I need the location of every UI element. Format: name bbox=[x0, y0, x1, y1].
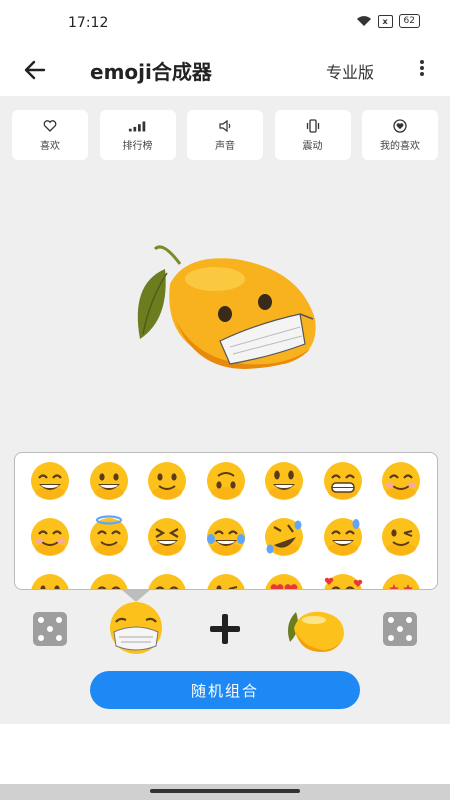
app-bar: emoji合成器 专业版 bbox=[0, 46, 450, 94]
emoji-sweat-smile[interactable] bbox=[314, 515, 372, 559]
emoji-heart-eyes[interactable] bbox=[255, 571, 313, 589]
emoji-kissing[interactable] bbox=[21, 571, 79, 589]
emoji-grid bbox=[21, 459, 431, 589]
more-options-icon[interactable] bbox=[413, 58, 431, 82]
emoji-relaxed[interactable] bbox=[21, 515, 79, 559]
dice-right-icon[interactable] bbox=[383, 612, 417, 646]
emoji-kissing-smiling-eyes[interactable] bbox=[138, 571, 196, 589]
combo-row bbox=[0, 590, 450, 660]
emoji-rolling-laughing[interactable] bbox=[255, 515, 313, 559]
emoji-kissing-closed-eyes[interactable] bbox=[80, 571, 138, 589]
emoji-star-struck[interactable] bbox=[372, 571, 430, 589]
emoji-grinning[interactable] bbox=[80, 459, 138, 503]
heart-filled-icon bbox=[393, 118, 407, 133]
leaderboard-label: 排行榜 bbox=[122, 140, 153, 152]
sound-label: 声音 bbox=[215, 140, 235, 152]
home-indicator[interactable] bbox=[150, 789, 300, 793]
right-emoji-lemon[interactable] bbox=[282, 602, 346, 654]
left-emoji-mask-face[interactable] bbox=[106, 598, 166, 656]
emoji-halo[interactable] bbox=[80, 515, 138, 559]
emoji-slightly-smiling[interactable] bbox=[138, 459, 196, 503]
random-combine-button[interactable]: 随机组合 bbox=[90, 671, 360, 709]
like-label: 喜欢 bbox=[40, 140, 60, 152]
my-favorites-button[interactable]: 我的喜欢 bbox=[362, 110, 438, 160]
status-icons: x 62 bbox=[356, 14, 420, 28]
emoji-grimacing[interactable] bbox=[314, 459, 372, 503]
emoji-squinting-laughing[interactable] bbox=[138, 515, 196, 559]
vibrate-button[interactable]: 震动 bbox=[274, 110, 351, 160]
vibrate-label: 震动 bbox=[302, 140, 323, 152]
speaker-icon bbox=[219, 119, 231, 132]
toolbar: 喜欢 排行榜 声音 震动 我的喜欢 bbox=[12, 110, 438, 162]
leaderboard-button[interactable]: 排行榜 bbox=[99, 110, 176, 160]
status-time: 17:12 bbox=[68, 15, 109, 31]
emoji-upside-down[interactable] bbox=[197, 459, 255, 503]
signal-bars-icon bbox=[128, 120, 145, 131]
emoji-grinning-smiling-eyes[interactable] bbox=[21, 459, 79, 503]
main-content: 喜欢 排行榜 声音 震动 我的喜欢 随机组合 bbox=[0, 96, 450, 724]
emoji-joy-tears[interactable] bbox=[197, 515, 255, 559]
sim-icon: x bbox=[377, 14, 393, 28]
like-button[interactable]: 喜欢 bbox=[12, 110, 88, 160]
sound-button[interactable]: 声音 bbox=[187, 110, 263, 160]
emoji-smiling-eyes[interactable] bbox=[372, 459, 430, 503]
system-nav-bar bbox=[0, 784, 450, 800]
emoji-picker[interactable] bbox=[14, 452, 438, 590]
heart-outline-icon bbox=[43, 119, 57, 132]
back-arrow-icon[interactable] bbox=[20, 56, 50, 84]
dice-left-icon[interactable] bbox=[33, 612, 67, 646]
battery-indicator: 62 bbox=[398, 14, 420, 28]
wifi-icon bbox=[356, 16, 371, 26]
emoji-smiling-hearts[interactable] bbox=[314, 571, 372, 589]
emoji-grinning-big-eyes[interactable] bbox=[255, 459, 313, 503]
vibrate-icon bbox=[306, 118, 319, 133]
page-title: emoji合成器 bbox=[90, 60, 212, 84]
my-favorites-label: 我的喜欢 bbox=[380, 140, 420, 152]
status-bar: 17:12 x 62 bbox=[0, 0, 450, 46]
pro-version-button[interactable]: 专业版 bbox=[326, 59, 374, 83]
emoji-winking[interactable] bbox=[372, 515, 430, 559]
plus-icon bbox=[208, 612, 242, 646]
result-emoji[interactable] bbox=[125, 239, 325, 379]
emoji-kissing-heart[interactable] bbox=[197, 571, 255, 589]
